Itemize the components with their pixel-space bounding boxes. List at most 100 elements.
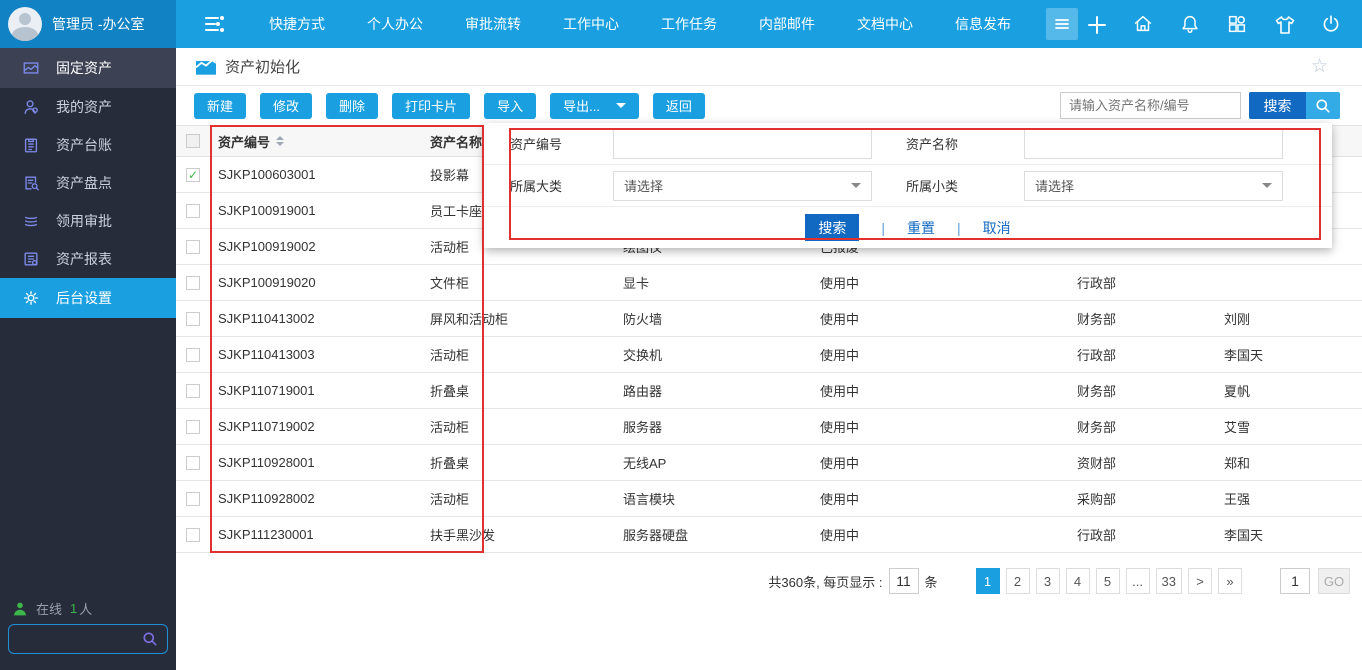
apps-grid-icon[interactable] [1226, 13, 1248, 35]
table-row[interactable]: SJKP110413002 屏风和活动柜 防火墙 使用中 财务部 刘刚 [176, 301, 1362, 337]
department-cell: 财务部 [1069, 381, 1216, 400]
category-select[interactable]: 请选择 [613, 171, 872, 201]
sidebar-item-asset-ledger[interactable]: 资产台账 [0, 126, 176, 164]
department-cell: 行政部 [1069, 345, 1216, 364]
row-checkbox[interactable] [186, 312, 200, 326]
page-size-unit: 条 [925, 572, 938, 591]
row-checkbox[interactable] [186, 492, 200, 506]
menu-item-document-center[interactable]: 文档中心 [836, 0, 934, 48]
pagination-bar: 共360条, 每页显示 : 条 12345...33>» GO [768, 568, 1350, 594]
table-row[interactable]: SJKP100919020 文件柜 显卡 使用中 行政部 [176, 265, 1362, 301]
filter-search-button[interactable]: 搜索 [805, 214, 859, 241]
export-dropdown-button[interactable]: 导出... [550, 93, 639, 119]
sidebar-item-asset-inventory[interactable]: 资产盘点 [0, 164, 176, 202]
quick-search-button[interactable]: 搜索 [1249, 92, 1306, 119]
more-menu-button[interactable] [1046, 8, 1078, 40]
asset-code-input[interactable] [613, 129, 872, 159]
sidebar-item-asset-reports[interactable]: 资产报表 [0, 240, 176, 278]
menu-item-approval-flow[interactable]: 审批流转 [444, 0, 542, 48]
row-checkbox[interactable] [186, 168, 200, 182]
menu-item-internal-mail[interactable]: 内部邮件 [738, 0, 836, 48]
category-label: 所属大类 [510, 176, 613, 195]
header-asset-code[interactable]: 资产编号 [210, 132, 422, 151]
table-row[interactable]: SJKP110413003 活动柜 交换机 使用中 行政部 李国天 [176, 337, 1362, 373]
status-cell: 使用中 [812, 381, 1069, 400]
table-row[interactable]: SJKP110928002 活动柜 语言模块 使用中 采购部 王强 [176, 481, 1362, 517]
notification-bell-icon[interactable] [1179, 13, 1201, 35]
user-box[interactable]: 管理员 -办公室 [0, 0, 176, 48]
page-button[interactable]: ... [1126, 568, 1150, 594]
search-magnifier-button[interactable] [1306, 92, 1340, 119]
back-button[interactable]: 返回 [653, 93, 705, 119]
row-checkbox[interactable] [186, 456, 200, 470]
page-button[interactable]: 33 [1156, 568, 1182, 594]
inventory-search-doc-icon [22, 174, 40, 192]
page-button[interactable]: 1 [976, 568, 1000, 594]
table-row[interactable]: SJKP110719002 活动柜 服务器 使用中 财务部 艾雪 [176, 409, 1362, 445]
favorite-star-icon[interactable]: ☆ [1311, 56, 1328, 78]
sidebar-search-box [8, 624, 168, 654]
page-buttons: 12345...33>» [976, 568, 1242, 594]
goto-page-input[interactable] [1280, 568, 1310, 594]
chevron-down-icon [851, 183, 861, 188]
theme-shirt-icon[interactable] [1273, 13, 1295, 35]
title-bar: 资产初始化 ☆ [176, 48, 1362, 86]
home-icon[interactable] [1132, 13, 1154, 35]
row-checkbox[interactable] [186, 240, 200, 254]
filter-cancel-link[interactable]: 取消 [983, 218, 1011, 238]
row-checkbox[interactable] [186, 204, 200, 218]
import-button[interactable]: 导入 [484, 93, 536, 119]
edit-button[interactable]: 修改 [260, 93, 312, 119]
page-button[interactable]: » [1218, 568, 1242, 594]
print-card-button[interactable]: 打印卡片 [392, 93, 470, 119]
asset-code-cell: SJKP100919002 [210, 239, 422, 254]
table-row[interactable]: SJKP111230001 扶手黑沙发 服务器硬盘 使用中 行政部 李国天 [176, 517, 1362, 553]
power-logout-icon[interactable] [1320, 13, 1342, 35]
report-book-icon [22, 250, 40, 268]
sidebar-item-fixed-assets[interactable]: 固定资产 [0, 48, 176, 88]
sort-icon[interactable] [276, 136, 284, 146]
menu-item-personal-office[interactable]: 个人办公 [346, 0, 444, 48]
menu-item-shortcuts[interactable]: 快捷方式 [248, 0, 346, 48]
row-checkbox[interactable] [186, 420, 200, 434]
subcategory-select[interactable]: 请选择 [1024, 171, 1283, 201]
page-button[interactable]: > [1188, 568, 1212, 594]
row-checkbox[interactable] [186, 384, 200, 398]
row-checkbox[interactable] [186, 528, 200, 542]
separator: | [957, 220, 961, 236]
quick-search-input[interactable] [1060, 92, 1241, 119]
add-icon[interactable] [1085, 13, 1107, 35]
row-checkbox[interactable] [186, 348, 200, 362]
page-size-input[interactable] [889, 568, 919, 594]
sidebar-item-label: 固定资产 [56, 58, 112, 78]
filter-row-1: 资产编号 资产名称 [484, 123, 1332, 165]
filter-reset-link[interactable]: 重置 [907, 218, 935, 238]
delete-button[interactable]: 删除 [326, 93, 378, 119]
sidebar-search-icon[interactable] [141, 630, 159, 648]
page-button[interactable]: 2 [1006, 568, 1030, 594]
menu-item-work-tasks[interactable]: 工作任务 [640, 0, 738, 48]
asset-code-cell: SJKP111230001 [210, 527, 422, 542]
sidebar-search-input[interactable] [9, 632, 141, 647]
select-all-checkbox[interactable] [186, 134, 200, 148]
new-button[interactable]: 新建 [194, 93, 246, 119]
department-cell: 资财部 [1069, 453, 1216, 472]
menu-item-info-publish[interactable]: 信息发布 [934, 0, 1032, 48]
menu-item-work-center[interactable]: 工作中心 [542, 0, 640, 48]
go-button[interactable]: GO [1318, 568, 1350, 594]
asset-code-cell: SJKP110719001 [210, 383, 422, 398]
row-checkbox[interactable] [186, 276, 200, 290]
sidebar-item-my-assets[interactable]: 我的资产 [0, 88, 176, 126]
table-row[interactable]: SJKP110719001 折叠桌 路由器 使用中 财务部 夏帆 [176, 373, 1362, 409]
sidebar-toggle-icon[interactable] [202, 12, 226, 36]
sidebar-item-requisition-approval[interactable]: 领用审批 [0, 202, 176, 240]
asset-item-cell: 无线AP [615, 453, 812, 472]
asset-name-input[interactable] [1024, 129, 1283, 159]
main-content: 资产初始化 ☆ 新建 修改 删除 打印卡片 导入 导出... 返回 搜索 资产编… [176, 48, 1362, 670]
table-row[interactable]: SJKP110928001 折叠桌 无线AP 使用中 资财部 郑和 [176, 445, 1362, 481]
page-button[interactable]: 5 [1096, 568, 1120, 594]
page-button[interactable]: 3 [1036, 568, 1060, 594]
sidebar-item-backend-settings[interactable]: 后台设置 [0, 278, 176, 318]
page-button[interactable]: 4 [1066, 568, 1090, 594]
department-cell: 行政部 [1069, 525, 1216, 544]
